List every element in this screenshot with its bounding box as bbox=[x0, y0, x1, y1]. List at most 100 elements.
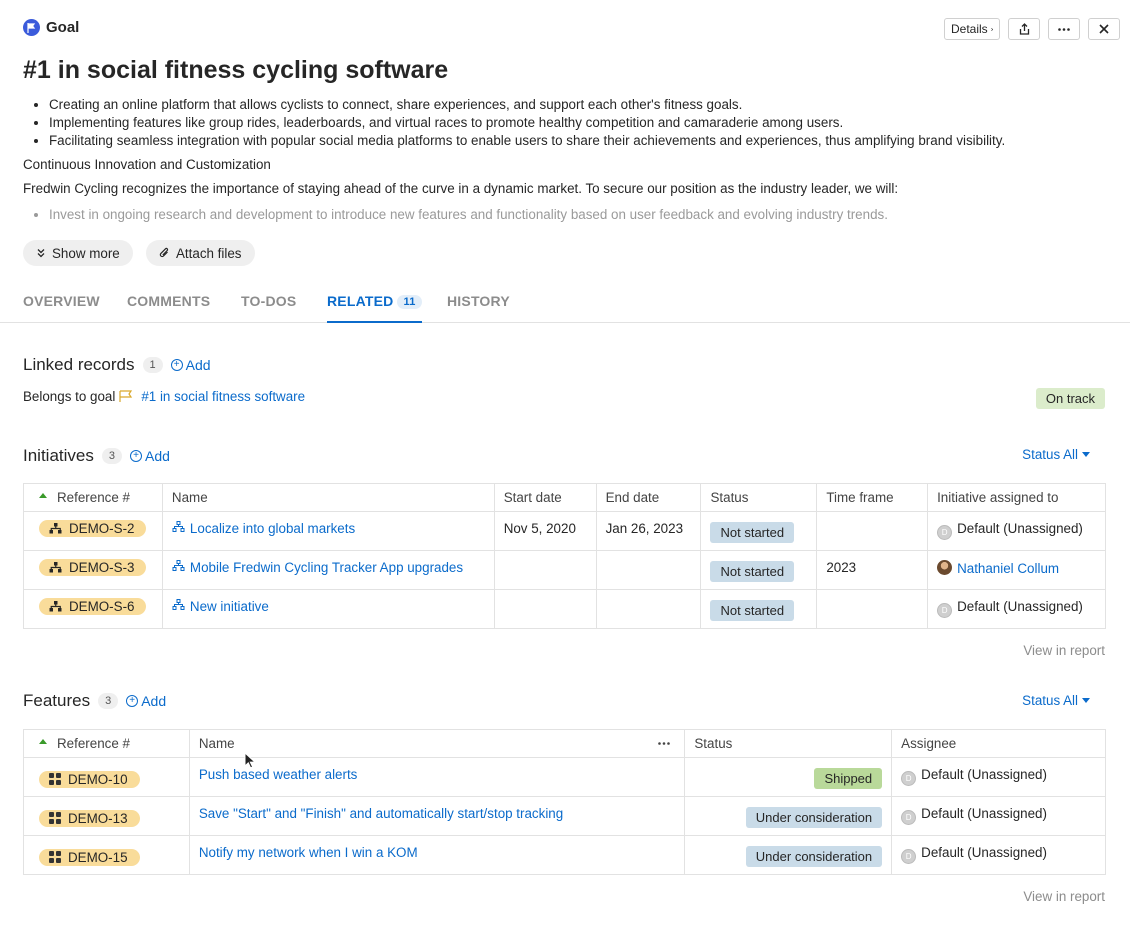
feature-name-link[interactable]: Push based weather alerts bbox=[199, 767, 358, 782]
status-chip[interactable]: Shipped bbox=[814, 768, 883, 789]
initiatives-status-filter[interactable]: Status All bbox=[1022, 447, 1090, 462]
column-header-reference[interactable]: Reference # bbox=[23, 729, 190, 758]
features-status-filter[interactable]: Status All bbox=[1022, 693, 1090, 708]
reference-chip[interactable]: DEMO-10 bbox=[39, 770, 140, 788]
status-chip[interactable]: Under consideration bbox=[745, 807, 883, 828]
close-button[interactable] bbox=[1088, 18, 1120, 40]
initiative-name-link[interactable]: Mobile Fredwin Cycling Tracker App upgra… bbox=[190, 560, 463, 575]
column-header-end-date[interactable]: End date bbox=[595, 483, 702, 512]
assignee-cell[interactable]: D Default (Unassigned) bbox=[927, 589, 1106, 629]
column-header-name[interactable]: Name bbox=[188, 729, 686, 758]
feature-name-link[interactable]: Save "Start" and "Finish" and automatica… bbox=[199, 806, 563, 821]
feature-icon bbox=[49, 812, 61, 824]
column-header-status[interactable]: Status bbox=[684, 729, 893, 758]
time-frame-cell[interactable] bbox=[816, 511, 929, 551]
column-header-assignee[interactable]: Assignee bbox=[891, 729, 1106, 758]
status-filter-label: Status All bbox=[1022, 447, 1078, 462]
chevron-right-icon bbox=[990, 27, 993, 31]
column-header-time-frame[interactable]: Time frame bbox=[816, 483, 929, 512]
time-frame-cell[interactable] bbox=[816, 589, 929, 629]
column-label: Start date bbox=[503, 490, 562, 505]
tab-history[interactable]: HISTORY bbox=[447, 293, 510, 323]
share-button[interactable] bbox=[1008, 18, 1040, 40]
initiative-name-link[interactable]: Localize into global markets bbox=[190, 521, 355, 536]
record-type-label: Goal bbox=[46, 19, 80, 36]
add-feature-button[interactable]: + Add bbox=[126, 693, 166, 709]
add-initiative-button[interactable]: + Add bbox=[130, 448, 170, 464]
time-frame-cell[interactable]: 2023 bbox=[816, 550, 929, 590]
column-label: End date bbox=[605, 490, 660, 505]
column-header-start-date[interactable]: Start date bbox=[493, 483, 597, 512]
reference-chip[interactable]: DEMO-S-3 bbox=[39, 559, 147, 576]
tab-label: HISTORY bbox=[447, 293, 510, 309]
end-date-cell[interactable] bbox=[595, 589, 702, 629]
assignee-cell[interactable]: D Default (Unassigned) bbox=[927, 511, 1106, 551]
initiative-icon bbox=[49, 601, 62, 612]
reference-chip[interactable]: DEMO-13 bbox=[39, 809, 140, 827]
features-view-in-report-link[interactable]: View in report bbox=[1023, 889, 1105, 904]
assignee-cell[interactable]: Nathaniel Collum bbox=[927, 550, 1106, 590]
assignee-name: Default (Unassigned) bbox=[921, 845, 1047, 860]
column-label: Reference # bbox=[57, 736, 130, 751]
features-header: Features 3 + Add bbox=[23, 691, 166, 711]
show-more-button[interactable]: Show more bbox=[23, 240, 133, 266]
end-date-cell[interactable] bbox=[595, 550, 702, 590]
column-header-name[interactable]: Name bbox=[161, 483, 495, 512]
feature-icon bbox=[49, 851, 61, 863]
initiative-name-link[interactable]: New initiative bbox=[190, 599, 269, 614]
table-row: DEMO-S-6 New initiative Not started D Def… bbox=[23, 589, 1106, 629]
tab-related[interactable]: RELATED 11 bbox=[327, 293, 422, 323]
plus-circle-icon: + bbox=[130, 450, 142, 462]
start-date-cell[interactable]: Nov 5, 2020 bbox=[493, 511, 597, 551]
column-label: Reference # bbox=[57, 490, 130, 505]
belongs-to-goal-row: Belongs to goal #1 in social fitness sof… bbox=[23, 389, 305, 404]
start-date-cell[interactable] bbox=[493, 589, 597, 629]
column-label: Status bbox=[694, 736, 733, 751]
initiatives-view-in-report-link[interactable]: View in report bbox=[1023, 643, 1105, 658]
reference-chip[interactable]: DEMO-S-2 bbox=[39, 520, 147, 537]
table-row: DEMO-13 Save "Start" and "Finish" and au… bbox=[23, 796, 1106, 836]
tab-overview[interactable]: OVERVIEW bbox=[23, 293, 100, 323]
more-options-button[interactable] bbox=[1048, 18, 1080, 40]
tab-comments[interactable]: COMMENTS bbox=[127, 293, 210, 323]
tab-label: COMMENTS bbox=[127, 293, 211, 309]
goal-link[interactable]: #1 in social fitness software bbox=[141, 389, 305, 404]
status-chip[interactable]: Under consideration bbox=[745, 846, 883, 867]
start-date-cell[interactable] bbox=[493, 550, 597, 590]
tab-label: RELATED bbox=[327, 293, 394, 309]
details-button-label: Details bbox=[951, 22, 988, 36]
assignee-cell[interactable]: D Default (Unassigned) bbox=[891, 835, 1106, 875]
reference-chip[interactable]: DEMO-S-6 bbox=[39, 598, 147, 615]
column-options-icon[interactable] bbox=[658, 742, 671, 745]
column-header-status[interactable]: Status bbox=[700, 483, 818, 512]
close-icon bbox=[1099, 24, 1109, 34]
end-date-cell[interactable]: Jan 26, 2023 bbox=[595, 511, 702, 551]
reference-chip[interactable]: DEMO-15 bbox=[39, 848, 140, 866]
status-chip[interactable]: Not started bbox=[710, 522, 795, 543]
section-title: Linked records bbox=[23, 355, 135, 374]
feature-icon bbox=[49, 773, 61, 785]
reference-label: DEMO-S-6 bbox=[69, 599, 135, 614]
reference-label: DEMO-13 bbox=[68, 810, 128, 826]
initiative-icon bbox=[49, 523, 62, 534]
column-header-assigned-to[interactable]: Initiative assigned to bbox=[927, 483, 1106, 512]
caret-down-icon bbox=[1082, 698, 1090, 703]
status-chip[interactable]: Not started bbox=[710, 600, 795, 621]
tab-to-dos[interactable]: TO-DOS bbox=[241, 293, 296, 323]
column-header-reference[interactable]: Reference # bbox=[23, 483, 163, 512]
attach-files-button[interactable]: Attach files bbox=[146, 240, 255, 266]
reference-label: DEMO-S-3 bbox=[69, 560, 135, 575]
double-chevron-down-icon bbox=[37, 249, 45, 258]
assignee-cell[interactable]: D Default (Unassigned) bbox=[891, 796, 1106, 836]
add-linked-record-button[interactable]: + Add bbox=[170, 357, 211, 373]
status-chip[interactable]: Not started bbox=[710, 561, 795, 582]
tab-label: OVERVIEW bbox=[23, 293, 100, 309]
assignee-cell[interactable]: D Default (Unassigned) bbox=[891, 757, 1106, 797]
default-avatar-icon: D bbox=[937, 603, 953, 618]
details-button[interactable]: Details bbox=[944, 18, 1000, 40]
on-track-status[interactable]: On track bbox=[1035, 388, 1105, 409]
assignee-name: Default (Unassigned) bbox=[921, 806, 1047, 821]
assignee-name[interactable]: Nathaniel Collum bbox=[957, 561, 1059, 576]
feature-name-link[interactable]: Notify my network when I win a KOM bbox=[199, 845, 418, 860]
description-bullet: Facilitating seamless integration with p… bbox=[49, 132, 1103, 150]
